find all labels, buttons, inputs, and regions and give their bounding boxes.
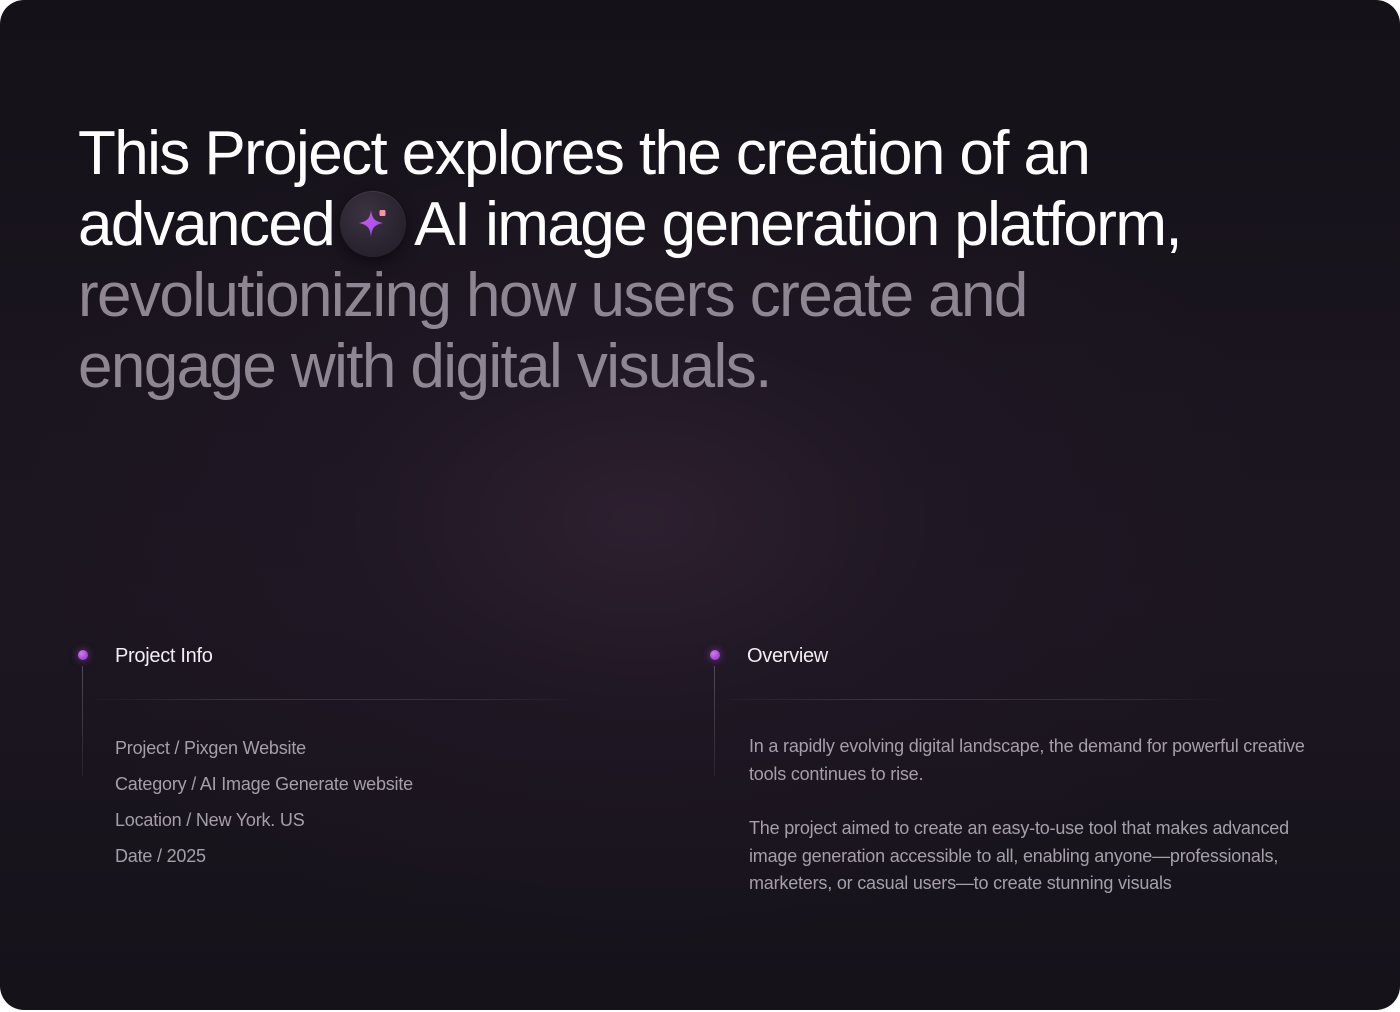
overview-paragraph-2: The project aimed to create an easy-to-u… [749,818,1289,893]
purple-dot-icon [78,650,88,660]
info-item-date: Date / 2025 [115,846,206,866]
overview-title: Overview [747,645,828,667]
info-item-location: Location / New York. US [115,810,305,830]
horizontal-divider [730,699,1230,700]
project-info-list: Project / Pixgen Website Category / AI I… [115,730,413,874]
project-info-title: Project Info [115,645,213,667]
headline-part-2: AI image generation platform, [414,190,1183,259]
vertical-divider [714,666,715,776]
headline: This Project explores the creation of an… [78,118,1198,402]
info-item-category: Category / AI Image Generate website [115,774,413,794]
headline-part-3: revolutionizing how users create and eng… [78,261,1028,401]
purple-dot-icon [710,650,720,660]
horizontal-divider [98,699,578,700]
sparkle-icon [340,191,407,257]
project-card: This Project explores the creation of an… [0,0,1400,1010]
overview-paragraph-1: In a rapidly evolving digital landscape,… [749,736,1305,784]
info-item-project: Project / Pixgen Website [115,738,306,758]
sparkle-icon-graphic [359,210,386,237]
vertical-divider [82,666,83,776]
overview-body: In a rapidly evolving digital landscape,… [749,733,1339,925]
